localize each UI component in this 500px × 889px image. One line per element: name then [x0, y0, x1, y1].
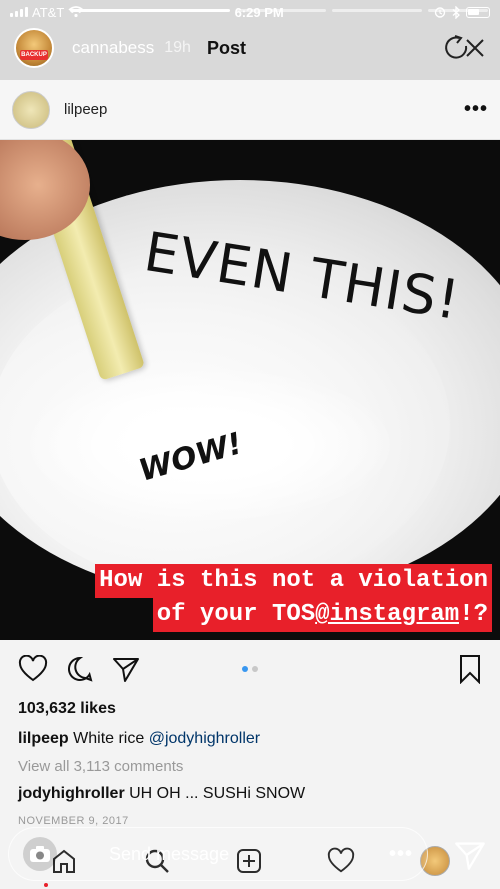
more-icon[interactable]: ••• — [464, 98, 488, 121]
banner-line-2-post: !? — [459, 598, 488, 632]
reply-more-icon[interactable]: ••• — [389, 843, 413, 866]
story-avatar[interactable]: BACKUP — [14, 28, 54, 68]
likes-count[interactable]: 103,632 likes — [0, 700, 500, 718]
comment-username[interactable]: jodyhighroller — [18, 785, 125, 802]
carrier-label: AT&T — [32, 4, 65, 20]
status-left: AT&T — [10, 5, 84, 20]
camera-icon[interactable] — [23, 837, 57, 871]
story-actions — [442, 33, 486, 63]
violation-banner: How is this not a violation of your TOS … — [95, 564, 492, 632]
send-message-input[interactable]: Send message — [109, 844, 229, 865]
bookmark-icon[interactable] — [458, 654, 482, 684]
avatar-badge: BACKUP — [20, 50, 48, 60]
banner-line-1: How is this not a violation — [95, 564, 492, 598]
post-header: lilpeep ••• — [0, 80, 500, 140]
banner-line-2-pre: of your TOS — [156, 598, 316, 632]
heart-icon[interactable] — [18, 655, 48, 683]
post-image[interactable]: EVEN THIS! WOW! How is this not a violat… — [0, 140, 500, 640]
comment: jodyhighroller UH OH ... SUSHi SNOW — [0, 785, 500, 803]
alarm-icon — [434, 7, 446, 18]
banner-line-2: of your TOS @instagram!? — [152, 598, 492, 632]
wifi-icon — [68, 6, 84, 18]
caption-username[interactable]: lilpeep — [18, 730, 69, 747]
reply-bar[interactable]: Send message ••• — [8, 827, 428, 881]
bluetooth-icon — [452, 5, 460, 19]
caption-text: White rice — [68, 730, 149, 747]
caption-mention[interactable]: @jodyhighroller — [149, 730, 260, 747]
carousel-dot — [252, 666, 258, 672]
post-avatar[interactable] — [12, 90, 50, 129]
story-username[interactable]: cannabess — [72, 38, 154, 58]
post-card: lilpeep ••• EVEN THIS! WOW! How is this … — [0, 80, 500, 889]
carousel-dots — [242, 666, 258, 672]
bottom-bar: Send message ••• — [0, 819, 500, 889]
signal-icon — [10, 7, 28, 17]
status-right — [434, 5, 490, 19]
story-header: BACKUP cannabess 19h Post — [0, 26, 500, 70]
post-username[interactable]: lilpeep — [64, 101, 107, 118]
comment-icon[interactable] — [66, 655, 94, 683]
home-active-dot — [44, 883, 48, 887]
story-post-label: Post — [206, 37, 246, 58]
share-icon[interactable] — [112, 655, 140, 683]
comment-text: UH OH ... SUSHi SNOW — [124, 785, 306, 802]
clock: 6:29 PM — [234, 4, 284, 20]
post-caption: lilpeep White rice @jodyhighroller — [0, 730, 500, 748]
view-comments-link[interactable]: View all 3,113 comments — [0, 758, 500, 775]
close-icon[interactable] — [464, 37, 486, 59]
post-actions — [0, 640, 500, 698]
story-time: 19h — [164, 39, 191, 56]
carousel-dot-active — [242, 666, 248, 672]
banner-handle: @instagram — [315, 598, 460, 632]
story-progress — [70, 9, 488, 12]
status-bar: AT&T 6:29 PM — [0, 0, 500, 24]
send-icon[interactable] — [454, 839, 486, 871]
